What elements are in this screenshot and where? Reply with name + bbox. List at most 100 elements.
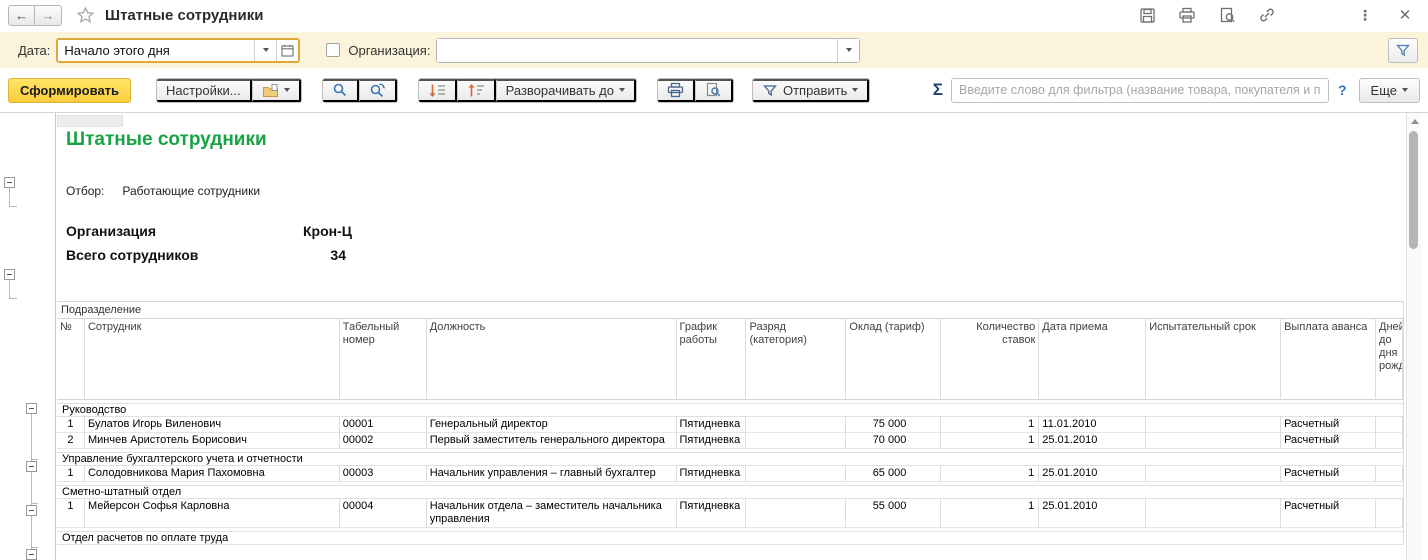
table-cell[interactable]: 00003 bbox=[340, 466, 427, 482]
print-icon[interactable] bbox=[1176, 4, 1198, 26]
scroll-up-icon[interactable] bbox=[1411, 119, 1419, 124]
table-cell[interactable]: 00001 bbox=[340, 417, 427, 433]
table-group-row[interactable]: Управление бухгалтерского учета и отчетн… bbox=[57, 452, 1403, 466]
table-cell[interactable]: 00002 bbox=[340, 433, 427, 449]
column-header[interactable]: Дней до дня рождения bbox=[1376, 319, 1403, 400]
table-cell[interactable] bbox=[1146, 433, 1281, 449]
column-header[interactable]: № bbox=[57, 319, 85, 400]
date-calendar-button[interactable] bbox=[276, 40, 298, 61]
table-cell[interactable]: Расчетный bbox=[1281, 433, 1376, 449]
table-cell[interactable]: 1 bbox=[57, 466, 85, 482]
table-cell[interactable] bbox=[746, 417, 846, 433]
table-cell[interactable] bbox=[1376, 466, 1403, 482]
table-group-row[interactable]: Отдел расчетов по оплате труда bbox=[57, 531, 1403, 545]
more-button[interactable]: Еще bbox=[1359, 78, 1420, 103]
quick-filter-input[interactable] bbox=[951, 78, 1329, 103]
filter-settings-button[interactable] bbox=[1388, 38, 1418, 63]
print-button[interactable] bbox=[658, 79, 695, 102]
sum-selected-indicator[interactable]: Σ bbox=[933, 80, 943, 100]
table-cell[interactable]: Начальник отдела – заместитель начальник… bbox=[427, 499, 677, 528]
print-preview-button[interactable] bbox=[695, 79, 733, 102]
collapse-group-toggle[interactable] bbox=[26, 461, 37, 472]
generate-button[interactable]: Сформировать bbox=[8, 78, 131, 103]
column-header[interactable]: Сотрудник bbox=[85, 319, 340, 400]
table-cell[interactable] bbox=[746, 466, 846, 482]
collapse-group-toggle[interactable] bbox=[26, 505, 37, 516]
report-variants-button[interactable] bbox=[252, 79, 301, 102]
table-cell[interactable]: 1 bbox=[57, 499, 85, 528]
column-header[interactable]: График работы bbox=[677, 319, 747, 400]
table-cell[interactable]: Расчетный bbox=[1281, 417, 1376, 433]
table-group-row[interactable]: Руководство bbox=[57, 403, 1403, 417]
column-header[interactable]: Испытательный срок bbox=[1146, 319, 1281, 400]
table-groupcol-row[interactable]: Подразделение bbox=[57, 302, 1403, 319]
column-header[interactable]: Табельный номер bbox=[340, 319, 427, 400]
table-cell[interactable] bbox=[746, 499, 846, 528]
table-cell[interactable]: 25.01.2010 bbox=[1039, 499, 1146, 528]
expand-to-button[interactable]: Разворачивать до bbox=[496, 79, 636, 102]
table-cell[interactable]: Начальник управления – главный бухгалтер bbox=[427, 466, 677, 482]
table-cell[interactable]: Расчетный bbox=[1281, 466, 1376, 482]
date-dropdown-button[interactable] bbox=[254, 40, 276, 61]
scrollbar-thumb[interactable] bbox=[1409, 131, 1418, 249]
table-cell[interactable] bbox=[1376, 417, 1403, 433]
table-cell[interactable] bbox=[1376, 499, 1403, 528]
org-input[interactable] bbox=[437, 39, 837, 62]
search-button[interactable] bbox=[323, 79, 359, 102]
table-cell[interactable]: Пятидневка bbox=[677, 433, 747, 449]
table-cell[interactable] bbox=[1146, 417, 1281, 433]
table-cell[interactable]: 25.01.2010 bbox=[1039, 433, 1146, 449]
more-menu-icon[interactable]: ⋮ bbox=[1354, 4, 1376, 26]
table-cell[interactable] bbox=[746, 433, 846, 449]
org-dropdown-button[interactable] bbox=[837, 39, 859, 62]
close-icon[interactable]: ✕ bbox=[1394, 4, 1416, 26]
table-cell[interactable] bbox=[1376, 433, 1403, 449]
preview-icon[interactable] bbox=[1216, 4, 1238, 26]
table-cell[interactable]: Расчетный bbox=[1281, 499, 1376, 528]
table-data-row[interactable]: 1Булатов Игорь Виленович00001Генеральный… bbox=[57, 417, 1403, 433]
table-cell[interactable]: 1 bbox=[941, 433, 1039, 449]
send-button[interactable]: Отправить bbox=[753, 79, 869, 102]
table-cell[interactable]: Мейерсон Софья Карловна bbox=[85, 499, 340, 528]
table-cell[interactable]: 1 bbox=[57, 417, 85, 433]
table-cell[interactable]: Пятидневка bbox=[677, 466, 747, 482]
table-cell[interactable]: Генеральный директор bbox=[427, 417, 677, 433]
back-button[interactable]: ← bbox=[8, 5, 35, 26]
table-cell[interactable]: Первый заместитель генерального директор… bbox=[427, 433, 677, 449]
table-cell[interactable]: Минчев Аристотель Борисович bbox=[85, 433, 340, 449]
table-cell[interactable] bbox=[1146, 466, 1281, 482]
collapse-group-toggle[interactable] bbox=[26, 549, 37, 560]
org-checkbox[interactable] bbox=[326, 43, 340, 57]
favorite-star-icon[interactable] bbox=[76, 6, 95, 25]
table-data-row[interactable]: 1Мейерсон Софья Карловна00004Начальник о… bbox=[57, 499, 1403, 528]
table-cell[interactable]: 25.01.2010 bbox=[1039, 466, 1146, 482]
table-cell[interactable]: 1 bbox=[941, 466, 1039, 482]
collapse-all-button[interactable] bbox=[457, 79, 496, 102]
column-header[interactable]: Должность bbox=[427, 319, 677, 400]
table-data-row[interactable]: 2Минчев Аристотель Борисович00002Первый … bbox=[57, 433, 1403, 449]
forward-button[interactable]: → bbox=[35, 5, 62, 26]
table-cell[interactable]: 11.01.2010 bbox=[1039, 417, 1146, 433]
collapse-group-toggle[interactable] bbox=[4, 177, 15, 188]
collapse-group-toggle[interactable] bbox=[4, 269, 15, 280]
help-link[interactable]: ? bbox=[1338, 82, 1347, 98]
table-cell[interactable]: Солодовникова Мария Пахомовна bbox=[85, 466, 340, 482]
link-icon[interactable] bbox=[1256, 4, 1278, 26]
table-cell[interactable]: 55 000 bbox=[846, 499, 941, 528]
search-next-button[interactable] bbox=[359, 79, 397, 102]
table-cell[interactable]: 65 000 bbox=[846, 466, 941, 482]
table-cell[interactable]: 00004 bbox=[340, 499, 427, 528]
vertical-scrollbar[interactable] bbox=[1406, 113, 1421, 560]
table-cell[interactable]: Пятидневка bbox=[677, 417, 747, 433]
table-cell[interactable]: Пятидневка bbox=[677, 499, 747, 528]
column-header[interactable]: Количество ставок bbox=[941, 319, 1039, 400]
settings-button[interactable]: Настройки... bbox=[157, 79, 252, 102]
table-cell[interactable]: 2 bbox=[57, 433, 85, 449]
table-group-row[interactable]: Сметно-штатный отдел bbox=[57, 485, 1403, 499]
save-icon[interactable] bbox=[1136, 4, 1158, 26]
table-cell[interactable]: 1 bbox=[941, 417, 1039, 433]
date-input[interactable] bbox=[58, 40, 254, 61]
table-data-row[interactable]: 1Солодовникова Мария Пахомовна00003Начал… bbox=[57, 466, 1403, 482]
table-cell[interactable]: 75 000 bbox=[846, 417, 941, 433]
table-cell[interactable]: 1 bbox=[941, 499, 1039, 528]
